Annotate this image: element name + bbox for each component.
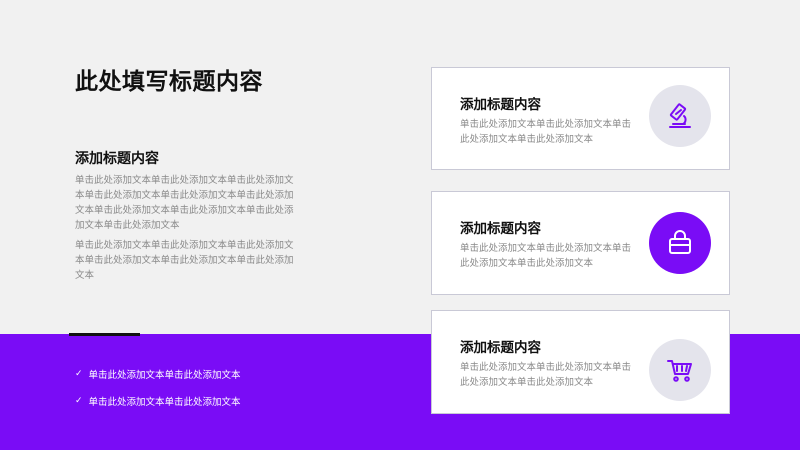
divider-line [69, 333, 140, 336]
icon-circle [649, 339, 711, 401]
card-title: 添加标题内容 [460, 221, 541, 237]
icon-circle [649, 85, 711, 147]
feature-card: 添加标题内容 单击此处添加文本单击此处添加文本单击此处添加文本单击此处添加文本 [431, 310, 730, 414]
card-text: 单击此处添加文本单击此处添加文本单击此处添加文本单击此处添加文本 [460, 362, 632, 388]
checklist-item: ✓ 单击此处添加文本单击此处添加文本 [75, 367, 241, 381]
shopping-bag-icon [669, 230, 691, 254]
body-paragraph: 单击此处添加文本单击此处添加文本单击此处添加文本单击此处添加文本单击此处添加文本… [75, 175, 294, 231]
checkmark-icon: ✓ [75, 369, 83, 379]
checklist-item-label: 单击此处添加文本单击此处添加文本 [88, 397, 241, 408]
checklist-item: ✓ 单击此处添加文本单击此处添加文本 [75, 394, 241, 408]
checkmark-icon: ✓ [75, 396, 83, 406]
card-title: 添加标题内容 [460, 340, 541, 356]
section-heading: 添加标题内容 [75, 151, 159, 167]
microscope-icon [669, 103, 691, 128]
icon-circle [649, 212, 711, 274]
feature-card: 添加标题内容 单击此处添加文本单击此处添加文本单击此处添加文本单击此处添加文本 [431, 191, 730, 295]
card-title: 添加标题内容 [460, 97, 541, 113]
card-text: 单击此处添加文本单击此处添加文本单击此处添加文本单击此处添加文本 [460, 243, 632, 269]
body-paragraph: 单击此处添加文本单击此处添加文本单击此处添加文本单击此处添加文本单击此处添加文本… [75, 240, 294, 281]
feature-card: 添加标题内容 单击此处添加文本单击此处添加文本单击此处添加文本单击此处添加文本 [431, 67, 730, 170]
shopping-cart-icon [667, 360, 692, 382]
checklist-item-label: 单击此处添加文本单击此处添加文本 [88, 370, 241, 381]
page-title: 此处填写标题内容 [75, 69, 263, 95]
card-text: 单击此处添加文本单击此处添加文本单击此处添加文本单击此处添加文本 [460, 119, 632, 145]
